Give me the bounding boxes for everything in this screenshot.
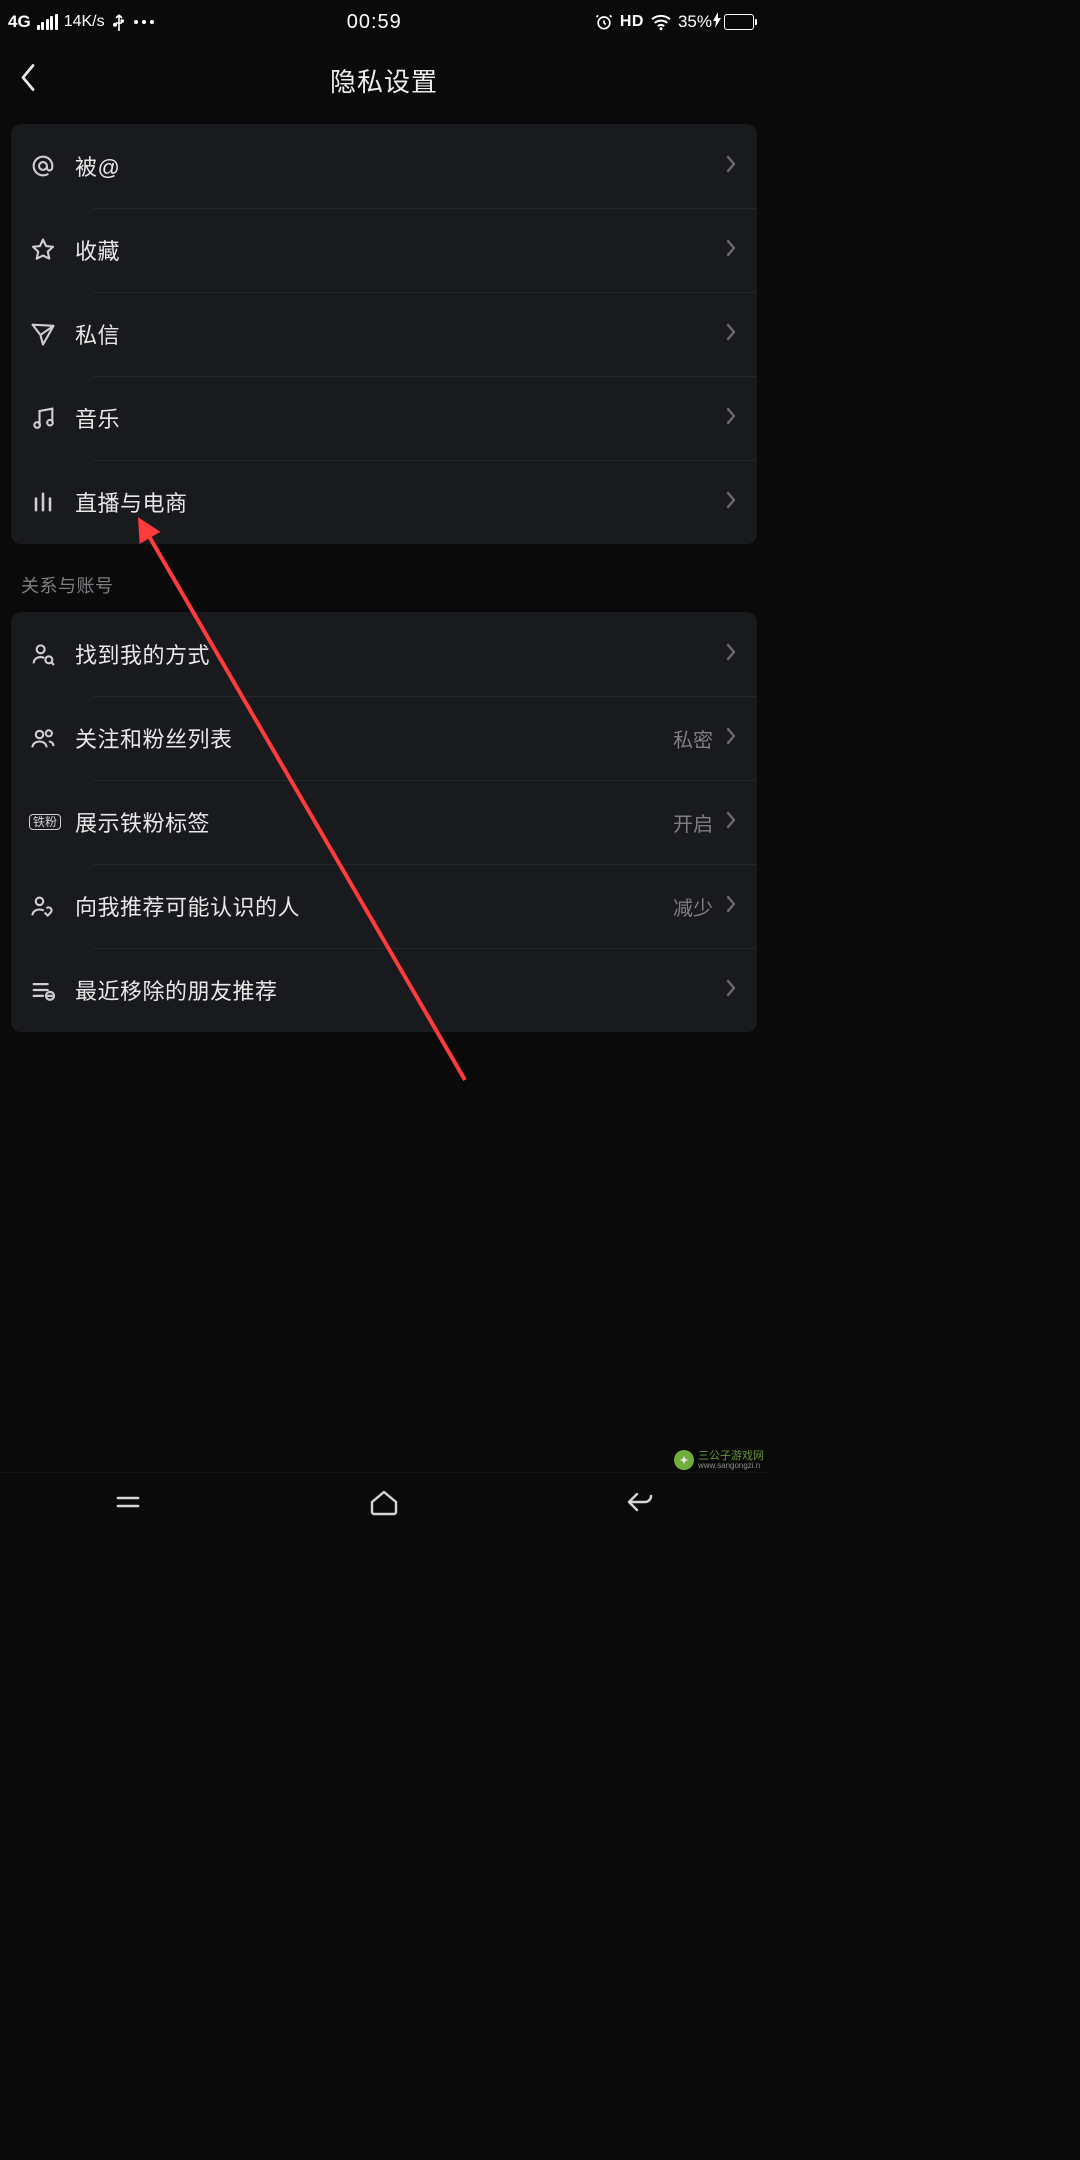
system-nav-bar — [0, 1472, 768, 1536]
row-label: 收藏 — [75, 234, 725, 266]
status-time: 00:59 — [347, 11, 402, 34]
row-favorites[interactable]: 收藏 — [11, 208, 757, 292]
row-label: 向我推荐可能认识的人 — [75, 890, 673, 922]
status-bar-right: HD 35% — [594, 12, 754, 32]
chevron-right-icon — [725, 154, 737, 179]
page-header: 隐私设置 — [0, 50, 768, 110]
section-title-relations: 关系与账号 — [11, 544, 757, 612]
list-remove-icon — [29, 976, 75, 1004]
person-search-icon — [29, 640, 75, 668]
battery-pct: 35% — [678, 12, 712, 32]
row-music[interactable]: 音乐 — [11, 376, 757, 460]
watermark-logo-icon: ✦ — [674, 1450, 694, 1470]
row-find-me[interactable]: 找到我的方式 — [11, 612, 757, 696]
row-label: 私信 — [75, 318, 725, 350]
battery-indicator: 35% — [678, 12, 754, 32]
settings-group-relations: 找到我的方式 关注和粉丝列表 私密 铁粉 展示铁粉标签 开启 向我推荐可能认识的… — [11, 612, 757, 1032]
people-icon — [29, 724, 75, 752]
hd-label: HD — [620, 13, 644, 31]
star-icon — [29, 236, 75, 264]
back-button[interactable] — [18, 62, 38, 99]
usb-icon — [111, 12, 127, 32]
live-icon — [29, 488, 75, 516]
iron-fan-badge-icon: 铁粉 — [29, 814, 75, 830]
charging-icon — [712, 12, 722, 32]
battery-icon — [724, 14, 754, 30]
row-iron-fan-label[interactable]: 铁粉 展示铁粉标签 开启 — [11, 780, 757, 864]
network-label: 4G — [8, 12, 31, 32]
row-label: 音乐 — [75, 402, 725, 434]
row-follow-fans-list[interactable]: 关注和粉丝列表 私密 — [11, 696, 757, 780]
page-title: 隐私设置 — [330, 62, 438, 99]
nav-home-button[interactable] — [368, 1488, 400, 1521]
status-bar-left: 4G 14K/s — [8, 12, 155, 32]
chevron-right-icon — [725, 978, 737, 1003]
watermark-text: 三公子游戏网 www.sangongzi.n — [698, 1451, 764, 1470]
row-label: 关注和粉丝列表 — [75, 722, 673, 754]
chevron-right-icon — [725, 726, 737, 751]
row-label: 被@ — [75, 150, 725, 182]
person-suggest-icon — [29, 892, 75, 920]
at-icon — [29, 152, 75, 180]
row-value: 减少 — [673, 892, 713, 921]
send-icon — [29, 320, 75, 348]
wifi-icon — [650, 13, 672, 31]
chevron-right-icon — [725, 642, 737, 667]
row-label: 最近移除的朋友推荐 — [75, 974, 713, 1006]
watermark: ✦ 三公子游戏网 www.sangongzi.n — [674, 1450, 764, 1470]
more-icon — [133, 18, 155, 26]
alarm-icon — [594, 12, 614, 32]
chevron-right-icon — [725, 322, 737, 347]
chevron-right-icon — [725, 490, 737, 515]
net-speed: 14K/s — [64, 13, 105, 31]
row-mention[interactable]: 被@ — [11, 124, 757, 208]
chevron-right-icon — [725, 810, 737, 835]
chevron-right-icon — [725, 238, 737, 263]
row-value: 开启 — [673, 808, 713, 837]
nav-back-button[interactable] — [625, 1489, 655, 1520]
row-label: 展示铁粉标签 — [75, 806, 673, 838]
settings-content: 被@ 收藏 私信 音乐 直播与电 — [0, 110, 768, 1032]
row-label: 直播与电商 — [75, 486, 725, 518]
row-label: 找到我的方式 — [75, 638, 713, 670]
row-recently-removed[interactable]: 最近移除的朋友推荐 — [11, 948, 757, 1032]
status-bar: 4G 14K/s 00:59 HD 35% — [0, 0, 768, 44]
nav-recent-button[interactable] — [113, 1490, 143, 1519]
signal-icon — [37, 14, 58, 30]
row-live-ecommerce[interactable]: 直播与电商 — [11, 460, 757, 544]
chevron-right-icon — [725, 894, 737, 919]
music-icon — [29, 404, 75, 432]
row-dm[interactable]: 私信 — [11, 292, 757, 376]
row-recommend-people[interactable]: 向我推荐可能认识的人 减少 — [11, 864, 757, 948]
chevron-right-icon — [725, 406, 737, 431]
row-value: 私密 — [673, 724, 713, 753]
settings-group-interactions: 被@ 收藏 私信 音乐 直播与电 — [11, 124, 757, 544]
